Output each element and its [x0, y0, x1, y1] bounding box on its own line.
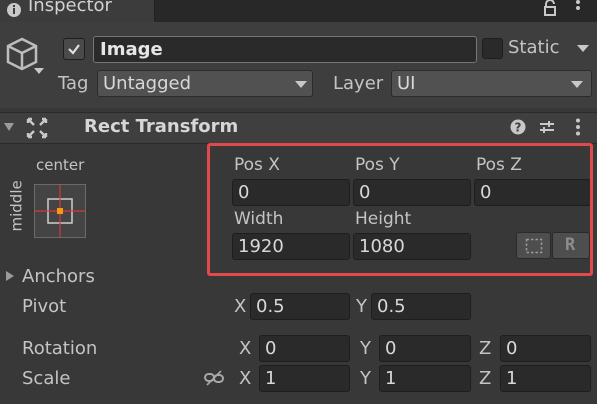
chevron-down-icon [571, 81, 583, 88]
rect-transform-icon [26, 117, 48, 139]
info-icon [7, 3, 21, 17]
highlight-box [207, 143, 593, 276]
lock-icon[interactable] [542, 0, 558, 16]
rotation-z-field[interactable]: 0 [500, 335, 591, 362]
object-name-input[interactable]: Image [93, 36, 477, 63]
anchor-vertical-label: middle [7, 180, 26, 232]
layer-dropdown[interactable]: UI [391, 70, 592, 97]
foldout-arrow-icon[interactable] [3, 121, 15, 133]
object-header: Image Static Tag Untagged Layer UI [0, 22, 597, 108]
pivot-x-label: X [234, 296, 247, 317]
inspector-tab-bar: Inspector [0, 0, 597, 22]
scale-label: Scale [22, 368, 71, 389]
anchor-preset-icon [35, 185, 85, 237]
active-checkbox[interactable] [63, 38, 85, 60]
static-checkbox[interactable] [482, 38, 503, 59]
scale-y-field[interactable]: 1 [379, 365, 471, 392]
rotation-z-label: Z [479, 338, 492, 359]
kebab-menu-icon[interactable] [573, 0, 583, 16]
checkmark-icon [68, 44, 80, 55]
help-icon[interactable]: ? [510, 119, 526, 135]
rect-transform-header[interactable]: Rect Transform ? [0, 112, 597, 144]
inspector-tab-title: Inspector [28, 0, 112, 16]
rotation-label: Rotation [22, 338, 98, 359]
pivot-x-field[interactable]: 0.5 [250, 293, 350, 320]
scale-x-label: X [239, 368, 252, 389]
kebab-menu-icon[interactable] [573, 118, 583, 136]
pivot-y-field[interactable]: 0.5 [371, 293, 471, 320]
tag-dropdown[interactable]: Untagged [97, 70, 313, 97]
tag-label: Tag [58, 73, 89, 94]
layer-label: Layer [333, 73, 384, 94]
presets-icon[interactable] [539, 119, 555, 135]
rotation-y-field[interactable]: 0 [379, 335, 471, 362]
cube-icon [6, 37, 38, 71]
rotation-x-field[interactable]: 0 [259, 335, 350, 362]
link-icon[interactable] [204, 370, 224, 386]
scale-x-field[interactable]: 1 [259, 365, 350, 392]
chevron-down-icon [295, 81, 307, 88]
pivot-label: Pivot [22, 296, 67, 317]
inspector-tab[interactable]: Inspector [0, 0, 155, 22]
static-label: Static [508, 37, 560, 58]
scale-z-label: Z [479, 368, 492, 389]
anchors-label[interactable]: Anchors [22, 266, 95, 287]
rotation-y-label: Y [360, 338, 371, 359]
static-dropdown-arrow[interactable] [577, 45, 589, 52]
anchor-presets-button[interactable] [34, 184, 86, 238]
svg-text:?: ? [515, 121, 522, 135]
rotation-x-label: X [239, 338, 252, 359]
scale-y-label: Y [360, 368, 371, 389]
chevron-down-icon[interactable] [34, 68, 44, 74]
anchors-foldout-arrow-icon[interactable] [5, 270, 15, 282]
scale-z-field[interactable]: 1 [500, 365, 591, 392]
component-title: Rect Transform [84, 116, 239, 137]
anchor-horizontal-label: center [36, 156, 85, 174]
pivot-y-label: Y [356, 296, 367, 317]
